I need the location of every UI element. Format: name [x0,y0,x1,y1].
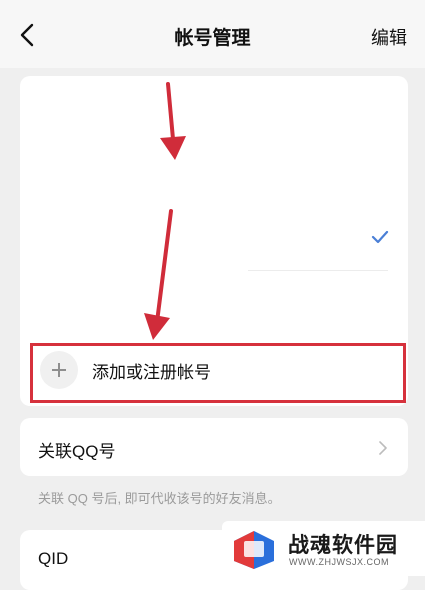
site-logo-icon [234,531,274,569]
watermark-name: 战魂软件园 [288,534,398,557]
arrow-annotation-bottom [144,209,173,340]
watermark-url: WWW.ZHJWSJX.COM [289,557,389,567]
arrow-annotation-top [160,82,186,160]
annotation-arrows [144,82,186,340]
